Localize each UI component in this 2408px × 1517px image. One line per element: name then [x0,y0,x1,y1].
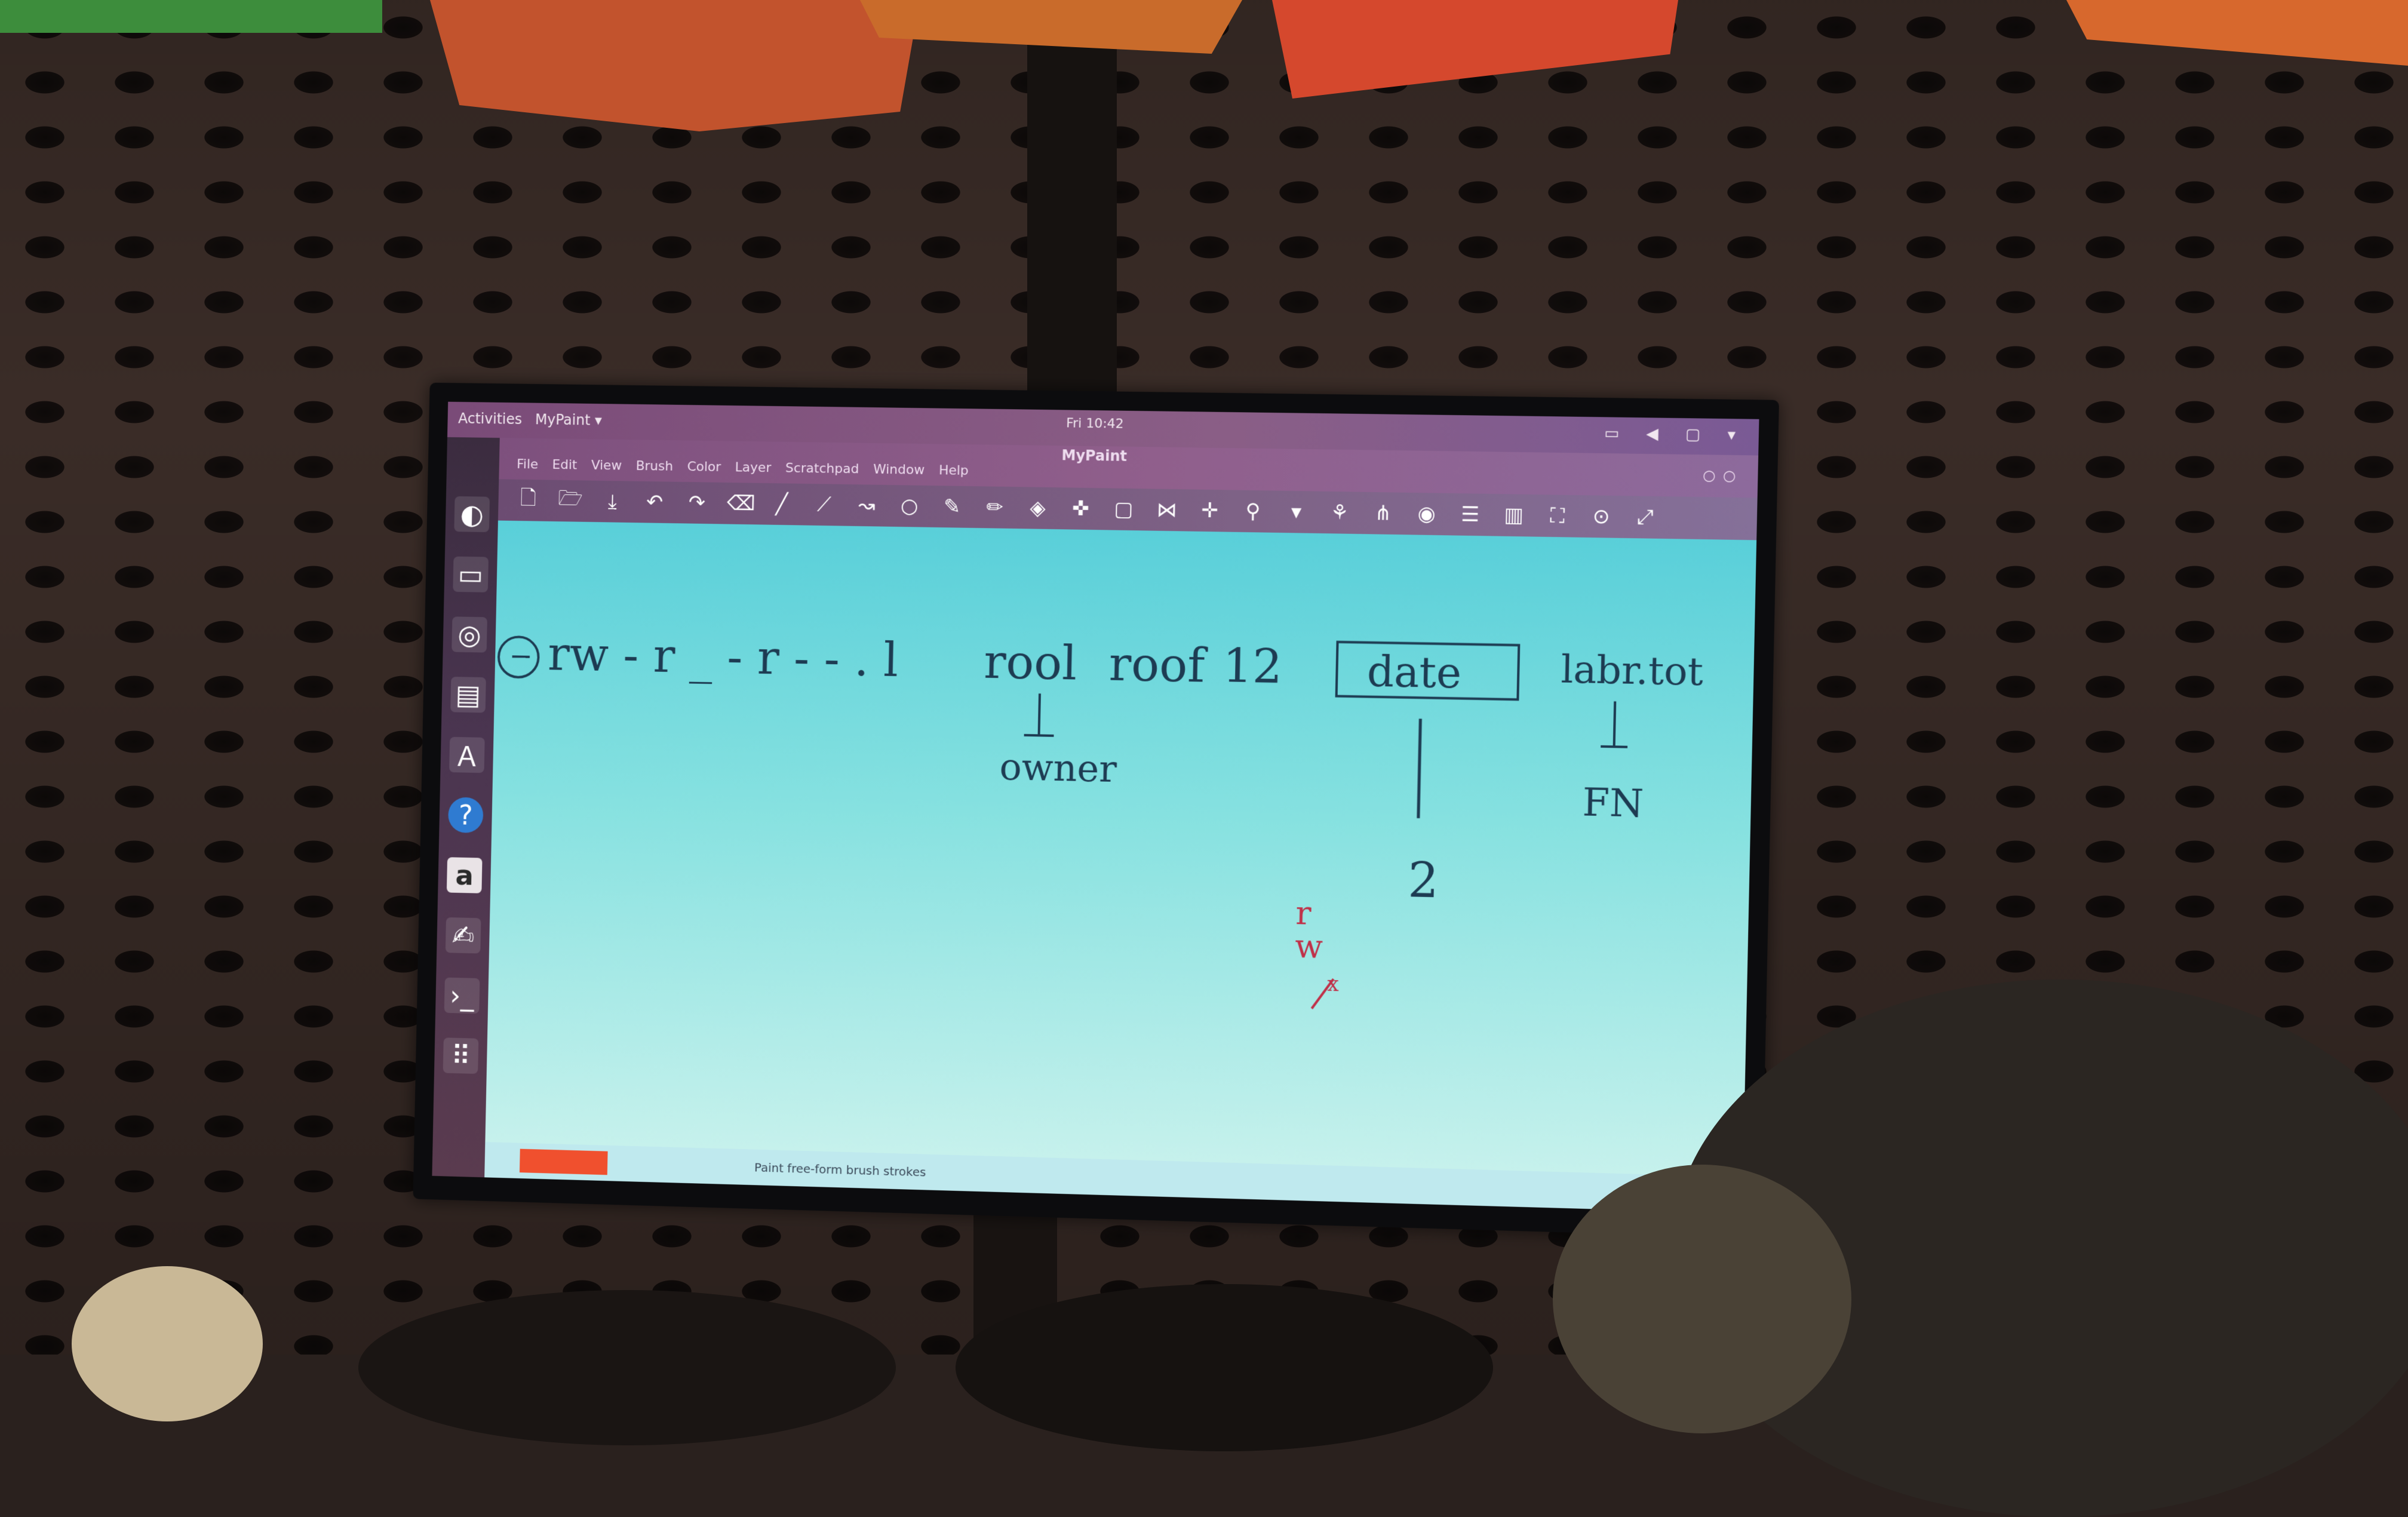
status-text: Paint free-form brush strokes [754,1160,926,1180]
handwriting-12: 12 [1222,639,1283,695]
handwriting-sequence: rw - r _ - r - - . l [547,627,899,687]
symmetry-icon[interactable]: ⋈ [1154,498,1180,523]
draw-icon[interactable]: ✍ [446,917,481,954]
arrow-labr [1614,701,1615,747]
handwriting-owner: owner [999,745,1117,791]
app-menu[interactable]: MyPaint ▾ [535,411,602,428]
files-icon[interactable]: ▭ [453,557,489,592]
menu-bar: File Edit View Brush Color Layer Scratch… [517,457,969,478]
handwriting-roof: roof [1108,637,1209,693]
arrow-owner-head [1024,735,1054,736]
monitor: Activities MyPaint ▾ Fri 10:42 ▭ ◀ ▢ ▾ M… [413,383,1779,1238]
handwriting-two: 2 [1408,852,1440,909]
menu-brush[interactable]: Brush [635,459,673,474]
drawing-canvas[interactable]: − rw - r _ - r - - . l rool roof 12 date… [485,521,1756,1177]
target-icon[interactable]: ⊙ [1588,504,1614,529]
new-icon[interactable]: 🗋 [515,483,540,517]
open-icon[interactable]: 🗁 [558,484,583,518]
menu-edit[interactable]: Edit [552,457,577,472]
audience-head-center [956,1284,1493,1451]
redo-icon[interactable]: ↷ [684,491,710,515]
screen: Activities MyPaint ▾ Fri 10:42 ▭ ◀ ▢ ▾ M… [432,402,1759,1214]
clock[interactable]: Fri 10:42 [1066,416,1124,431]
menu-layer[interactable]: Layer [735,460,772,475]
rhythmbox-icon[interactable]: ◎ [452,616,487,652]
activities-button[interactable]: Activities [458,410,522,428]
zoom-icon[interactable]: ⚲ [1240,499,1266,524]
handwriting-x-red: x [1327,972,1339,996]
menu-help[interactable]: Help [939,463,969,478]
freehand-icon[interactable]: ↝ [854,493,879,517]
handwriting-date: date [1366,647,1462,698]
pen-icon[interactable]: ╱ [769,492,794,516]
window-title: MyPaint [1061,447,1127,465]
decoration-green [0,0,382,33]
mount-pole-top [1027,0,1117,394]
arrow-owner [1039,693,1040,735]
line-date-down [1418,719,1421,819]
handwriting-rool: rool [983,635,1077,690]
color-swatch[interactable] [520,1149,608,1175]
frame-icon[interactable]: ▢ [1111,497,1137,521]
pencil-icon[interactable]: ✏ [982,495,1008,520]
menu-scratchpad[interactable]: Scratchpad [785,461,859,477]
help-icon[interactable]: ? [448,797,484,833]
brush-set-icon[interactable]: ⋔ [1370,501,1396,526]
apps-grid-icon[interactable]: ⠿ [443,1037,479,1074]
color-picker-icon[interactable]: ⚘ [1326,500,1352,525]
menu-view[interactable]: View [591,458,622,474]
marker-text: − [509,640,533,673]
handwriting-fn: FN [1582,781,1644,827]
audience-cap [72,1266,263,1421]
handwriting-w-red: w [1295,927,1323,966]
menu-color[interactable]: Color [687,459,721,475]
fill-icon[interactable]: ◈ [1025,496,1051,520]
window-controls[interactable]: ○○ [1703,467,1743,484]
expand-icon[interactable]: ⤢ [1632,505,1658,530]
trash-icon[interactable]: ▥ [1501,503,1527,527]
ink-icon[interactable]: ✎ [939,495,965,519]
menu-icon[interactable]: ☰ [1457,502,1483,527]
writer-icon[interactable]: ▤ [450,677,486,713]
save-icon[interactable]: ⤓ [600,490,625,514]
audience-head-right-2 [1553,1165,1851,1433]
amazon-icon[interactable]: a [447,857,483,893]
circle-icon[interactable]: ○ [896,494,922,518]
brush-icon[interactable]: ⟋ [812,493,837,517]
undo-icon[interactable]: ↶ [642,490,667,514]
firefox-icon[interactable]: ◐ [454,496,490,532]
dot-icon[interactable]: ◉ [1414,502,1439,526]
software-icon[interactable]: Ａ [449,737,485,773]
fullscreen-icon[interactable]: ⛶ [1544,503,1571,528]
system-tray[interactable]: ▭ ◀ ▢ ▾ [1604,424,1747,444]
terminal-icon[interactable]: ›_ [444,978,480,1014]
menu-window[interactable]: Window [873,462,925,478]
audience-head-left [358,1290,896,1445]
eraser-icon[interactable]: ⌫ [727,492,752,515]
dropdown-icon[interactable]: ▾ [1283,500,1309,524]
move-icon[interactable]: ✛ [1197,499,1223,523]
handwriting-labr: labr.tot [1561,647,1704,695]
canvas-drawing: − rw - r _ - r - - . l rool roof 12 date… [485,521,1756,1177]
menu-file[interactable]: File [517,457,539,472]
crosshair-icon[interactable]: ✜ [1068,496,1094,521]
